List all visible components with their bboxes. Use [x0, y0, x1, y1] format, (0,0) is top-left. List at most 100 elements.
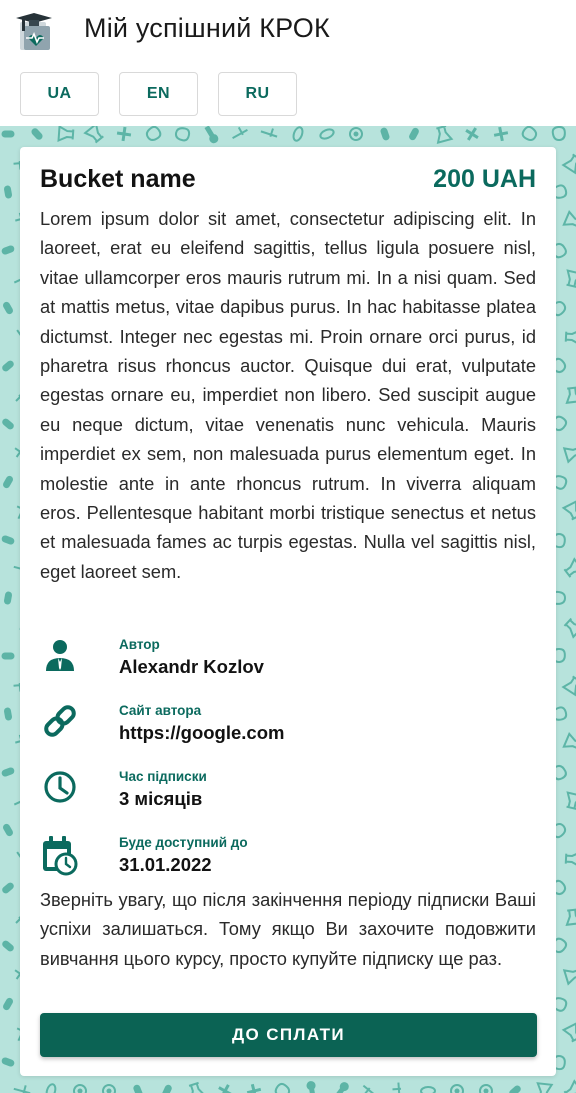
pattern-doodle: [409, 127, 419, 141]
pattern-doodle: [420, 1085, 436, 1093]
pattern-doodle: [1, 535, 15, 545]
pattern-doodle: [380, 127, 390, 141]
subscription-time-value: 3 місяців: [119, 788, 203, 809]
pattern-doodle: [102, 1084, 116, 1093]
pattern-doodle: [31, 128, 43, 140]
pattern-doodle: [2, 882, 14, 894]
pattern-doodle: [13, 1085, 31, 1093]
pattern-doodle: [3, 301, 13, 315]
pattern-doodle: [232, 126, 248, 139]
pattern-doodle: [561, 675, 576, 697]
pay-button[interactable]: ДО СПЛАТИ: [40, 1013, 537, 1057]
pattern-doodle: [349, 127, 363, 141]
pattern-doodle: [3, 591, 13, 605]
pattern-doodle: [3, 823, 13, 837]
author-site-row: Сайт автора https://google.com: [40, 703, 536, 753]
language-button-ru[interactable]: RU: [218, 72, 297, 116]
available-until-value: 31.01.2022: [119, 854, 212, 875]
pattern-doodle: [563, 1079, 576, 1093]
pattern-doodle: [362, 1084, 378, 1093]
pattern-doodle: [509, 1085, 521, 1093]
pattern-doodle: [562, 967, 576, 986]
app-logo-icon: [16, 13, 52, 50]
clock-icon: [44, 771, 76, 803]
pattern-doodle: [218, 1084, 232, 1093]
app-header: Мій успішний КРОК UA EN RU: [0, 0, 576, 126]
pattern-doodle: [562, 445, 576, 464]
pattern-doodle: [561, 153, 576, 175]
available-until-label: Буде доступний до: [119, 835, 248, 850]
author-label: Автор: [119, 637, 160, 652]
pattern-doodle: [566, 269, 576, 288]
language-button-en[interactable]: EN: [119, 72, 198, 116]
pattern-doodle: [551, 126, 566, 142]
pattern-doodle: [2, 940, 14, 952]
pattern-doodle: [1, 130, 15, 138]
pattern-doodle: [145, 126, 162, 141]
pattern-doodle: [246, 1083, 262, 1093]
pattern-doodle: [174, 127, 191, 142]
pattern-doodle: [566, 791, 576, 810]
pattern-doodle: [2, 360, 14, 372]
pattern-doodle: [561, 1021, 576, 1043]
pattern-doodle: [565, 386, 576, 404]
pattern-doodle: [306, 1081, 316, 1093]
pattern-doodle: [319, 128, 335, 140]
calendar-clock-icon: [43, 836, 78, 876]
pattern-doodle: [561, 499, 576, 521]
pattern-doodle: [3, 185, 13, 199]
subscription-notice: Зверніть увагу, що після закінчення пері…: [40, 889, 536, 969]
pattern-doodle: [204, 126, 219, 144]
bucket-price: 200 UAH: [433, 165, 536, 193]
pattern-doodle: [565, 908, 576, 926]
pattern-doodle: [45, 1083, 57, 1093]
pattern-doodle: [1, 1057, 15, 1067]
pattern-doodle: [479, 1084, 493, 1093]
pattern-doodle: [274, 1082, 291, 1093]
pattern-doodle: [260, 128, 278, 138]
pattern-doodle: [436, 126, 454, 144]
pattern-doodle: [465, 127, 479, 141]
pattern-doodle: [563, 617, 576, 639]
subscription-time-label: Час підписки: [119, 769, 207, 784]
pattern-doodle: [83, 126, 104, 144]
subscription-card: Bucket name 200 UAH Lorem ipsum dolor si…: [20, 147, 556, 1076]
author-icon: [46, 640, 74, 671]
pattern-doodle: [3, 707, 13, 721]
app-title: Мій успішний КРОК: [84, 13, 330, 43]
pattern-doodle: [1, 767, 15, 777]
pattern-doodle: [2, 418, 14, 430]
pattern-doodle: [521, 126, 538, 141]
bucket-title: Bucket name: [40, 165, 196, 193]
author-row: Автор Alexandr Kozlov: [40, 637, 536, 687]
available-until-row: Буде доступний до 31.01.2022: [40, 835, 536, 885]
pattern-doodle: [563, 557, 576, 578]
pattern-doodle: [562, 731, 576, 751]
link-icon: [44, 705, 76, 737]
pattern-doodle: [450, 1084, 464, 1093]
pattern-doodle: [188, 1081, 207, 1093]
language-button-ua[interactable]: UA: [20, 72, 99, 116]
pattern-doodle: [333, 1082, 349, 1093]
author-value: Alexandr Kozlov: [119, 656, 264, 677]
author-site-label: Сайт автора: [119, 703, 202, 718]
pattern-doodle: [1, 245, 15, 255]
author-site-link[interactable]: https://google.com: [119, 722, 284, 744]
pattern-doodle: [3, 475, 13, 489]
pattern-doodle: [564, 328, 576, 347]
pattern-doodle: [116, 126, 132, 142]
pattern-doodle: [133, 1084, 143, 1093]
pattern-doodle: [57, 126, 75, 143]
pattern-doodle: [1, 652, 15, 660]
pattern-doodle: [73, 1084, 87, 1093]
pattern-doodle: [3, 997, 13, 1011]
pattern-doodle: [564, 850, 576, 869]
pattern-doodle: [536, 1082, 554, 1093]
pattern-doodle: [392, 1082, 402, 1093]
pattern-doodle: [493, 126, 509, 142]
pattern-doodle: [292, 126, 304, 142]
pattern-doodle: [562, 209, 576, 229]
subscription-time-row: Час підписки 3 місяців: [40, 769, 536, 819]
pattern-doodle: [162, 1084, 172, 1093]
bucket-description: Lorem ipsum dolor sit amet, consectetur …: [40, 208, 536, 582]
